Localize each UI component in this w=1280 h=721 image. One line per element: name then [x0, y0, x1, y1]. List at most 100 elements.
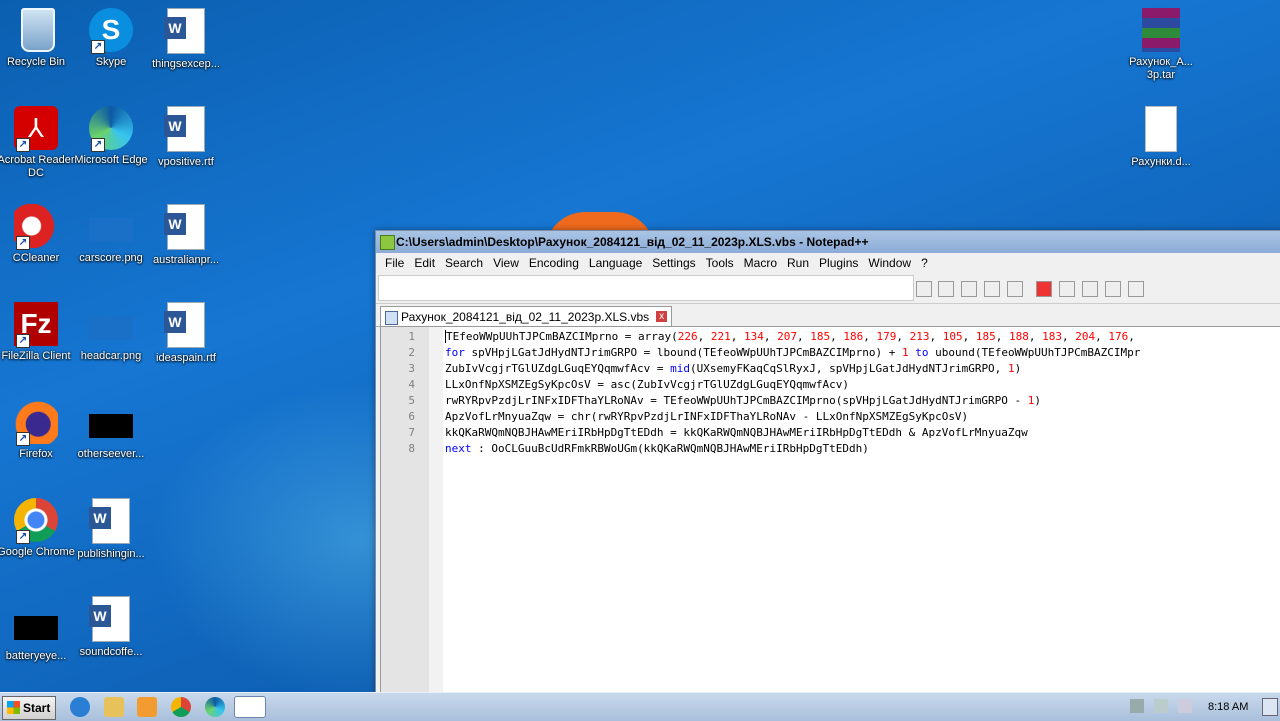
code-text: for spVHpjLGatJdHydNTJrimGRPO = lbound(T…	[445, 346, 1141, 359]
filezilla-icon: Fz ↗	[14, 302, 58, 348]
desktop-icon-australianpr[interactable]: australianpr...	[146, 204, 226, 267]
desktop-icon-carscore[interactable]: carscore.png	[71, 204, 151, 265]
menu-plugins[interactable]: Plugins	[814, 256, 863, 270]
chrome-taskbar-icon[interactable]	[171, 697, 191, 717]
word-document-icon	[164, 8, 205, 54]
show-hidden-icons-icon[interactable]	[1108, 699, 1122, 713]
recycle-bin-icon	[21, 8, 55, 52]
play-macro-icon[interactable]	[1082, 281, 1098, 297]
volume-icon[interactable]	[1130, 699, 1144, 713]
desktop-icon-firefox[interactable]: ↗ Firefox	[0, 400, 76, 461]
desktop-icon-filezilla[interactable]: Fz ↗ FileZilla Client	[0, 302, 76, 363]
edge-taskbar-icon[interactable]	[205, 697, 225, 717]
desktop-icon-vpositive[interactable]: vpositive.rtf	[146, 106, 226, 169]
desktop-icon-ideaspain[interactable]: ideaspain.rtf	[146, 302, 226, 365]
desktop-icon-otherseever[interactable]: otherseever...	[71, 400, 151, 461]
desktop-icon-soundcoffe[interactable]: soundcoffe...	[71, 596, 151, 659]
stop-macro-icon[interactable]	[1059, 281, 1075, 297]
desktop-icon-label: thingsexcep...	[152, 58, 220, 70]
record-macro-icon[interactable]	[1036, 281, 1052, 297]
code-line: 4 LLxOnfNpXSMZEgSyKpcOsV = asc(ZubIvVcgjr…	[381, 377, 1140, 393]
menu-help[interactable]: ?	[916, 256, 933, 270]
desktop-icon-acrobat[interactable]: ⅄ ↗ Acrobat Reader DC	[0, 106, 76, 180]
run-macro-multiple-icon[interactable]	[1105, 281, 1121, 297]
code-text: ZubIvVcgjrTGlUZdgLGuqEYQqmwfAcv = mid(UX…	[445, 362, 1022, 375]
menu-macro[interactable]: Macro	[739, 256, 782, 270]
line-number: 4	[408, 378, 415, 391]
media-player-icon[interactable]	[137, 697, 157, 717]
action-center-flag-icon[interactable]	[1178, 699, 1192, 713]
image-file-icon	[14, 616, 58, 640]
close-tab-icon[interactable]: x	[656, 311, 668, 322]
shortcut-arrow-icon: ↗	[16, 236, 30, 250]
anyrun-watermark: ANY RUN	[1038, 615, 1254, 667]
desktop-icon-recycle-bin[interactable]: Recycle Bin	[0, 8, 76, 69]
menu-window[interactable]: Window	[863, 256, 916, 270]
code-text: kkQKaRWQmNQBJHAwMEriIRbHpDgTtEDdh = kkQK…	[445, 426, 1028, 439]
desktop-icon-label: ideaspain.rtf	[156, 352, 216, 364]
menu-file[interactable]: File	[380, 256, 409, 270]
desktop-icon-rahunky-doc[interactable]: Рахунки.d...	[1121, 106, 1201, 169]
file-explorer-icon[interactable]	[104, 697, 124, 717]
desktop-icon-skype[interactable]: S ↗ Skype	[71, 8, 151, 69]
line-number: 1	[408, 330, 415, 343]
line-number: 7	[408, 426, 415, 439]
image-file-icon	[89, 414, 133, 438]
notepadpp-icon	[380, 235, 395, 250]
tab-label: Рахунок_2084121_від_02_11_2023р.XLS.vbs	[401, 310, 650, 324]
line-number: 5	[408, 394, 415, 407]
edge-icon: ↗	[89, 106, 133, 152]
notepadpp-taskbar-icon[interactable]	[234, 696, 266, 718]
find-icon[interactable]	[916, 281, 932, 297]
menu-language[interactable]: Language	[584, 256, 647, 270]
shortcut-arrow-icon: ↗	[91, 138, 105, 152]
clock[interactable]: 8:18 AM	[1208, 693, 1248, 721]
save-macro-icon[interactable]	[1128, 281, 1144, 297]
window-titlebar[interactable]: C:\Users\admin\Desktop\Рахунок_2084121_в…	[376, 231, 1280, 253]
code-line: 8 next : OoCLGuuBcUdRFmkRBWoUGm(kkQKaRWQm…	[381, 441, 1140, 457]
word-document-icon	[164, 302, 205, 348]
menu-tools[interactable]: Tools	[701, 256, 739, 270]
desktop-icon-edge[interactable]: ↗ Microsoft Edge	[71, 106, 151, 167]
code-lines: 1 TEfeoWWpUUhTJPCmBAZCIMprno = array(226,…	[381, 329, 1140, 457]
menu-settings[interactable]: Settings	[647, 256, 700, 270]
desktop-icon-label: Microsoft Edge	[74, 154, 148, 166]
shortcut-arrow-icon: ↗	[91, 40, 105, 54]
skype-icon: S ↗	[89, 8, 133, 54]
start-button[interactable]: Start	[2, 696, 56, 720]
menu-encoding[interactable]: Encoding	[524, 256, 584, 270]
zoom-in-icon[interactable]	[938, 281, 954, 297]
desktop-icon-batteryeye[interactable]: batteryeye...	[0, 602, 76, 663]
internet-explorer-icon[interactable]	[70, 697, 90, 717]
menu-run[interactable]: Run	[782, 256, 814, 270]
sync-scroll-icon[interactable]	[984, 281, 1000, 297]
taskbar: Start 8:18 AM	[0, 692, 1280, 721]
show-desktop-button[interactable]	[1262, 698, 1278, 716]
word-document-icon	[89, 498, 130, 544]
chrome-icon: ↗	[14, 498, 58, 544]
desktop-icon-ccleaner[interactable]: ↗ CCleaner	[0, 204, 76, 265]
show-all-chars-icon[interactable]	[1007, 281, 1023, 297]
tab-vbs-file[interactable]: Рахунок_2084121_від_02_11_2023р.XLS.vbs …	[380, 306, 673, 327]
word-document-icon	[164, 204, 205, 250]
code-line: 5 rwRYRpvPzdjLrINFxIDFThaYLRoNAv = TEfeoW…	[381, 393, 1140, 409]
desktop-icon-headcar[interactable]: headcar.png	[71, 302, 151, 363]
menu-edit[interactable]: Edit	[409, 256, 440, 270]
windows-logo-icon	[7, 701, 20, 714]
code-text: TEfeoWWpUUhTJPCmBAZCIMprno = array(226, …	[445, 330, 1135, 343]
desktop-icon-publishingin[interactable]: publishingin...	[71, 498, 151, 561]
desktop-icon-label: Skype	[95, 56, 127, 68]
desktop-icon-chrome[interactable]: ↗ Google Chrome	[0, 498, 76, 559]
code-text: rwRYRpvPzdjLrINFxIDFThaYLRoNAv = TEfeoWW…	[445, 394, 1042, 407]
desktop-icon-label: Google Chrome	[0, 546, 75, 558]
desktop-icon-thingsexcep[interactable]: thingsexcep...	[146, 8, 226, 71]
zoom-out-icon[interactable]	[961, 281, 977, 297]
desktop-icon-rar-archive[interactable]: Рахунок_A... 3p.tar	[1121, 8, 1201, 82]
menu-view[interactable]: View	[488, 256, 524, 270]
shortcut-arrow-icon: ↗	[16, 334, 30, 348]
line-number: 8	[408, 442, 415, 455]
menu-search[interactable]: Search	[440, 256, 488, 270]
desktop-icon-label: carscore.png	[79, 252, 143, 264]
desktop-icon-label: Firefox	[19, 448, 53, 460]
network-icon[interactable]	[1154, 699, 1168, 713]
